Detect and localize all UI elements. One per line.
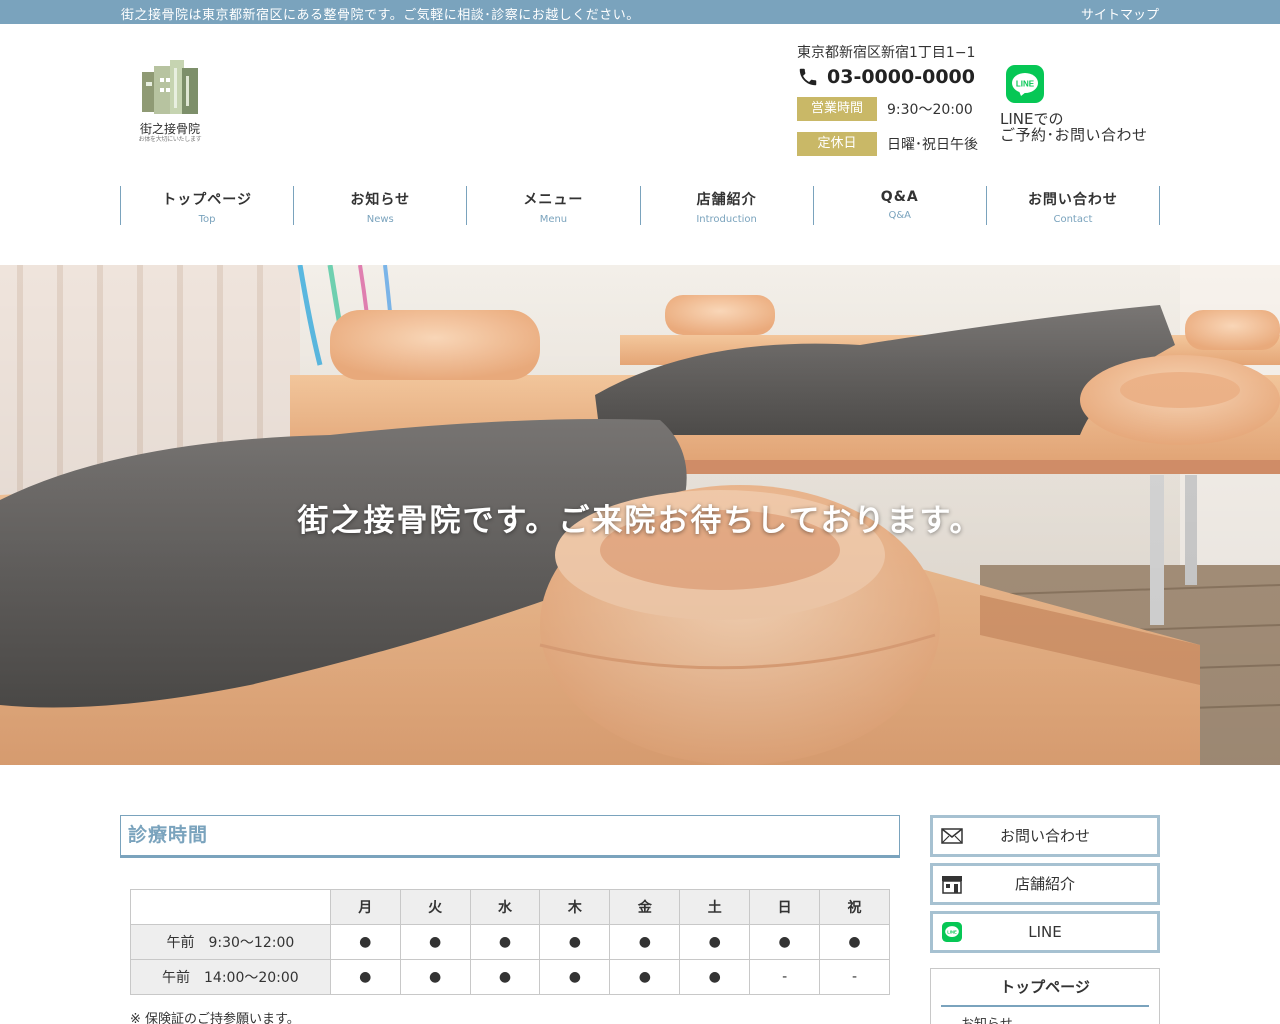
sitemap-link[interactable]: サイトマップ bbox=[1081, 4, 1159, 23]
nav-label: 店舗紹介 bbox=[696, 192, 757, 208]
business-hours-label: 営業時間 bbox=[797, 97, 877, 121]
closed-days: 定休日 日曜･祝日午後 bbox=[797, 132, 978, 156]
availability-cell: ● bbox=[539, 924, 611, 960]
sidebar-line-button[interactable]: LINE LINE bbox=[930, 911, 1160, 953]
day-header: 月 bbox=[329, 889, 401, 925]
nav-label: お知らせ bbox=[350, 192, 411, 208]
logo-subtitle: お体を大切にいたします bbox=[138, 136, 202, 143]
nav-item-news[interactable]: お知らせ News bbox=[294, 186, 468, 225]
availability-cell: ● bbox=[609, 924, 681, 960]
closed-days-value: 日曜･祝日午後 bbox=[887, 137, 978, 153]
sidebar-menu-news[interactable]: お知らせ bbox=[961, 1013, 1013, 1024]
nav-label: メニュー bbox=[523, 192, 584, 208]
day-header: 金 bbox=[609, 889, 681, 925]
sidebar-line-label: LINE bbox=[1028, 923, 1062, 941]
sidebar-contact-label: お問い合わせ bbox=[999, 827, 1090, 845]
availability-cell: ● bbox=[329, 959, 401, 995]
nav-label: トップページ bbox=[162, 192, 252, 208]
svg-text:LINE: LINE bbox=[1016, 80, 1035, 89]
table-corner-cell bbox=[130, 889, 331, 925]
insurance-note: ※ 保険証のご持参願います。 bbox=[130, 1012, 300, 1024]
site-tagline: 街之接骨院は東京都新宿区にある整骨院です。ご気軽に相談･診察にお越しください。 bbox=[121, 8, 640, 23]
availability-cell: ● bbox=[399, 924, 471, 960]
time-slot-label: 午前 9:30～12:00 bbox=[130, 924, 331, 960]
nav-item-qa[interactable]: Q&A Q&A bbox=[814, 186, 987, 225]
schedule-table: 月 火 水 木 金 土 日 祝 午前 9:30～12:00 ● ● ● ● ● … bbox=[130, 889, 890, 995]
time-slot-label: 午前 14:00～20:00 bbox=[130, 959, 331, 995]
availability-cell: ● bbox=[819, 924, 890, 960]
availability-cell: ● bbox=[749, 924, 821, 960]
business-hours-value: 9:30〜20:00 bbox=[887, 102, 973, 118]
sidebar-store-button[interactable]: 店舗紹介 bbox=[930, 863, 1160, 905]
availability-cell: ● bbox=[469, 959, 541, 995]
nav-item-contact[interactable]: お問い合わせ Contact bbox=[987, 186, 1161, 225]
hero-catchphrase: 街之接骨院です。ご来院お待ちしております。 bbox=[297, 503, 983, 539]
schedule-section-title: 診療時間 bbox=[120, 815, 900, 858]
site-logo[interactable]: 街之接骨院 お体を大切にいたします bbox=[130, 58, 210, 144]
availability-cell: ● bbox=[329, 924, 401, 960]
line-reservation-link[interactable]: LINE LINEでの ご予約･お問い合わせ bbox=[1000, 64, 1170, 148]
line-link-text-2: ご予約･お問い合わせ bbox=[1000, 126, 1148, 144]
phone-icon bbox=[799, 68, 817, 86]
day-header: 火 bbox=[399, 889, 471, 925]
sidebar-menu-top[interactable]: トップページ bbox=[941, 976, 1149, 1007]
nav-item-top[interactable]: トップページ Top bbox=[121, 186, 295, 225]
nav-item-menu[interactable]: メニュー Menu bbox=[467, 186, 641, 225]
table-row: 午前 14:00～20:00 ● ● ● ● ● ● - - bbox=[130, 959, 890, 995]
table-header-row: 月 火 水 木 金 土 日 祝 bbox=[130, 889, 890, 925]
day-header: 祝 bbox=[819, 889, 890, 925]
day-header: 日 bbox=[749, 889, 821, 925]
phone-number-text: 03-0000-0000 bbox=[827, 66, 975, 88]
nav-sublabel: Menu bbox=[539, 214, 568, 225]
building-logo-icon bbox=[142, 60, 198, 114]
line-icon: LINE bbox=[1006, 65, 1044, 103]
availability-cell: ● bbox=[539, 959, 611, 995]
sidebar-store-label: 店舗紹介 bbox=[1014, 875, 1075, 893]
business-hours: 営業時間 9:30〜20:00 bbox=[797, 97, 973, 121]
nav-sublabel: Introduction bbox=[696, 214, 757, 225]
clinic-address: 東京都新宿区新宿1丁目1−1 bbox=[797, 45, 976, 61]
availability-cell: ● bbox=[609, 959, 681, 995]
availability-cell: - bbox=[819, 959, 890, 995]
nav-label: お問い合わせ bbox=[1027, 192, 1118, 208]
global-nav: トップページ Top お知らせ News メニュー Menu 店舗紹介 Intr… bbox=[120, 186, 1161, 225]
phone-number[interactable]: 03-0000-0000 bbox=[797, 66, 975, 88]
availability-cell: ● bbox=[679, 924, 751, 960]
closed-days-label: 定休日 bbox=[797, 132, 877, 156]
day-header: 水 bbox=[469, 889, 541, 925]
top-bar: 街之接骨院は東京都新宿区にある整骨院です。ご気軽に相談･診察にお越しください。 … bbox=[0, 0, 1280, 24]
availability-cell: ● bbox=[399, 959, 471, 995]
availability-cell: ● bbox=[679, 959, 751, 995]
sidebar-contact-button[interactable]: お問い合わせ bbox=[930, 815, 1160, 857]
table-row: 午前 9:30～12:00 ● ● ● ● ● ● ● ● bbox=[130, 924, 890, 960]
nav-item-introduction[interactable]: 店舗紹介 Introduction bbox=[641, 186, 814, 225]
nav-label: Q&A bbox=[880, 189, 919, 205]
nav-sublabel: Contact bbox=[1053, 214, 1093, 225]
hero-banner: 街之接骨院です。ご来院お待ちしております。 bbox=[0, 265, 1280, 765]
day-header: 木 bbox=[539, 889, 611, 925]
availability-cell: ● bbox=[469, 924, 541, 960]
sidebar-menu: トップページ お知らせ bbox=[930, 968, 1160, 1024]
nav-sublabel: Q&A bbox=[888, 210, 912, 221]
day-header: 土 bbox=[679, 889, 751, 925]
nav-sublabel: Top bbox=[198, 214, 216, 225]
nav-sublabel: News bbox=[366, 214, 394, 225]
availability-cell: - bbox=[749, 959, 821, 995]
schedule-heading: 診療時間 bbox=[128, 824, 209, 846]
